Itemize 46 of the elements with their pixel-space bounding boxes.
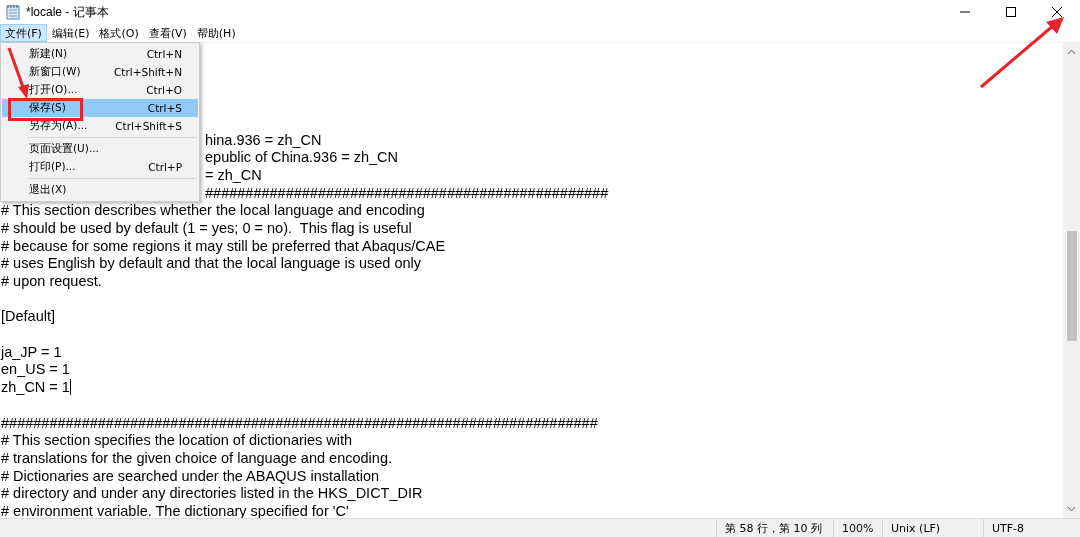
text-line: # should be used by default (1 = yes; 0 = no). This flag is useful	[1, 219, 412, 236]
menu-item[interactable]: 格式(O)	[94, 24, 144, 42]
status-text: 第 58 行，第 10 列	[716, 519, 833, 537]
menu-item[interactable]: 文件(F)	[0, 24, 47, 42]
text-line: # because for some regions it may still be preferred that Abaqus/CAE	[1, 237, 446, 254]
scroll-up-icon[interactable]	[1067, 49, 1076, 55]
text-line: zh_CN = 1	[1, 379, 70, 396]
window-title: *locale - 记事本	[26, 3, 109, 21]
text-line: hina.936 = zh_CN	[205, 131, 322, 148]
text-cursor	[69, 379, 71, 396]
text-line: epublic of China.936 = zh_CN	[205, 149, 399, 166]
menu-item[interactable]: 查看(V)	[143, 24, 192, 42]
vertical-scrollbar[interactable]	[1063, 43, 1080, 518]
close-icon	[1052, 7, 1062, 17]
menu-entry[interactable]: 新窗口(W) Ctrl+Shift+N	[2, 63, 198, 81]
menu-entry[interactable]: 打开(O)... Ctrl+O	[2, 81, 198, 99]
menu-entry[interactable]: 页面设置(U)...	[2, 140, 198, 158]
maximize-icon	[1006, 7, 1016, 17]
text-line: en_US = 1	[1, 361, 70, 378]
menu-entry[interactable]: 另存为(A)... Ctrl+Shift+S	[2, 117, 198, 135]
scroll-down-icon[interactable]	[1067, 506, 1076, 512]
menu-entry[interactable]: 新建(N) Ctrl+N	[2, 45, 198, 63]
text-line: # This section describes whether the local language and encoding	[1, 202, 425, 219]
text-line: # uses English by default and that the local language is used only	[1, 255, 421, 272]
status-text: Unix (LF)	[882, 519, 983, 537]
menu-item[interactable]: 编辑(E)	[46, 24, 95, 42]
text-line: [Default]	[1, 308, 55, 325]
notepad-icon	[6, 4, 20, 20]
menu-item[interactable]: 帮助(H)	[191, 24, 241, 42]
annotation-arrow	[6, 46, 30, 100]
text-line: ##########################################################################	[1, 414, 598, 431]
text-line: # Dictionaries are searched under the ABAQUS installation	[1, 467, 379, 484]
menu-entry[interactable]: 退出(X)	[2, 181, 198, 199]
scrollbar-thumb[interactable]	[1066, 231, 1077, 341]
text-line: ja_JP = 1	[1, 343, 62, 360]
text-line: # upon request.	[1, 273, 102, 289]
status-text: UTF-8	[983, 519, 1080, 537]
text-line: # This section specifies the location of dictionaries with	[1, 432, 353, 449]
text-line: # directory and under any directories listed in the HKS_DICT_DIR	[1, 485, 423, 502]
text-line: = zh_CN	[205, 166, 262, 183]
menu-entry[interactable]: 保存(S) Ctrl+S	[2, 99, 198, 117]
text-line: # translations for the given choice of language and encoding.	[1, 449, 392, 466]
text-line: # environment variable. The dictionary specified for 'C'	[1, 502, 349, 518]
status-text: 100%	[833, 519, 882, 537]
menu-entry[interactable]: 打印(P)... Ctrl+P	[2, 158, 198, 176]
text-line: ##################################################	[205, 184, 609, 201]
